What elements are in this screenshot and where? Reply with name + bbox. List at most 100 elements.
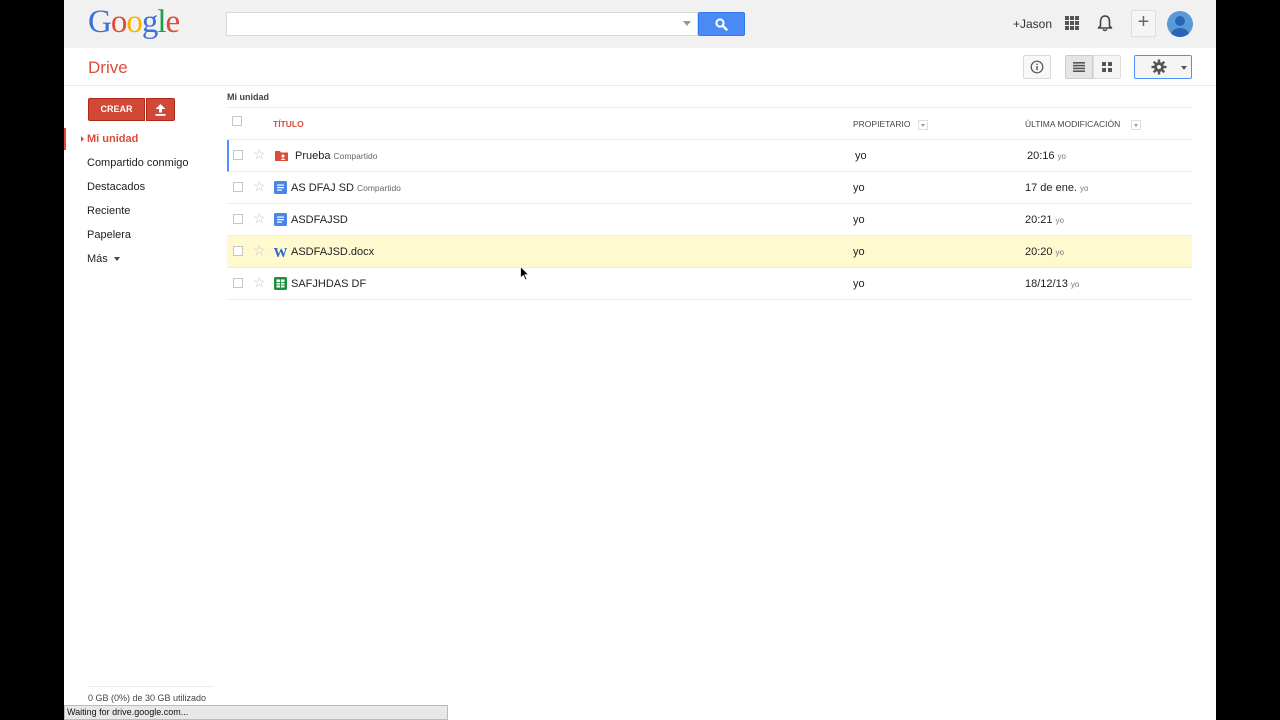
file-name[interactable]: Prueba Compartido (295, 150, 377, 162)
modified-time: 20:20 (1025, 246, 1053, 258)
shared-tag: Compartido (333, 151, 378, 161)
search-options-dropdown-icon[interactable] (683, 21, 691, 26)
file-name[interactable]: ASDFAJSD.docx (291, 246, 374, 258)
file-name-text: AS DFAJ SD (291, 182, 354, 194)
logo-letter: l (157, 4, 166, 40)
google-logo[interactable]: Google (88, 4, 181, 41)
file-modified: 20:20 yo (1025, 246, 1064, 258)
word-icon: W (274, 246, 287, 258)
search-button[interactable] (698, 12, 745, 36)
svg-text:W: W (274, 246, 287, 258)
owner-sort-dropdown-icon[interactable] (918, 120, 928, 130)
avatar[interactable] (1167, 11, 1193, 37)
notifications-bell-icon[interactable] (1097, 14, 1113, 32)
table-row[interactable]: ☆ W ASDFAJSD.docx yo 20:20 yo (227, 236, 1192, 268)
logo-letter: o (126, 4, 142, 40)
file-modified: 17 de ene. yo (1025, 182, 1088, 194)
file-owner: yo (853, 182, 865, 194)
list-header: TÍTULO PROPIETARIO ÚLTIMA MODIFICACIÓN (227, 107, 1192, 140)
search-icon (715, 17, 728, 31)
modified-by: yo (1080, 184, 1089, 193)
star-icon[interactable]: ☆ (253, 275, 266, 289)
file-name-text: ASDFAJSD.docx (291, 246, 375, 258)
column-header-last-modified[interactable]: ÚLTIMA MODIFICACIÓN (1025, 119, 1120, 129)
logo-letter: e (165, 4, 181, 40)
file-owner: yo (853, 214, 865, 226)
sidebar-item-trash[interactable]: Papelera (87, 229, 131, 241)
file-name-text: ASDFAJSD (291, 214, 348, 226)
gear-icon (1151, 59, 1167, 75)
file-name-text: Prueba (295, 150, 331, 162)
file-owner: yo (855, 150, 867, 162)
row-checkbox[interactable] (233, 246, 243, 256)
apps-grid-icon[interactable] (1065, 16, 1079, 30)
modified-by: yo (1055, 248, 1064, 257)
modified-time: 20:16 (1027, 150, 1055, 162)
search-input[interactable] (226, 12, 698, 36)
star-icon[interactable]: ☆ (253, 243, 266, 257)
upload-button[interactable] (146, 98, 175, 121)
file-name[interactable]: SAFJHDAS DF (291, 278, 366, 290)
file-modified: 18/12/13 yo (1025, 278, 1079, 290)
column-header-owner[interactable]: PROPIETARIO (853, 119, 910, 129)
app-title[interactable]: Drive (88, 58, 128, 78)
list-view-button[interactable] (1065, 55, 1093, 79)
star-icon[interactable]: ☆ (253, 179, 266, 193)
sidebar-item-more-label: Más (87, 253, 108, 265)
sidebar-item-my-drive[interactable]: Mi unidad (87, 133, 138, 145)
file-modified: 20:21 yo (1025, 214, 1064, 226)
document-icon (274, 181, 287, 194)
top-bar: Google +Jason + (64, 0, 1216, 48)
modified-sort-dropdown-icon[interactable] (1131, 120, 1141, 130)
grid-view-button[interactable] (1093, 55, 1121, 79)
table-row[interactable]: ☆ Prueba Compartido yo 20:16 yo (227, 140, 1192, 172)
row-checkbox[interactable] (233, 182, 243, 192)
chevron-down-icon (1181, 66, 1187, 70)
file-owner: yo (853, 246, 865, 258)
row-checkbox[interactable] (233, 278, 243, 288)
list-view-icon (1073, 62, 1085, 72)
create-button[interactable]: CREAR (88, 98, 145, 121)
settings-button[interactable] (1134, 55, 1192, 79)
sidebar-item-starred[interactable]: Destacados (87, 181, 145, 193)
browser-status-bar: Waiting for drive.google.com... (64, 705, 448, 720)
details-button[interactable] (1023, 55, 1051, 79)
file-name-text: SAFJHDAS DF (291, 278, 367, 290)
grid-view-icon (1102, 62, 1112, 72)
logo-letter: g (141, 4, 158, 40)
upload-icon (155, 103, 166, 116)
breadcrumb[interactable]: Mi unidad (227, 92, 269, 102)
shared-tag: Compartido (356, 183, 401, 193)
sidebar-item-recent[interactable]: Reciente (87, 205, 130, 217)
file-owner: yo (853, 278, 865, 290)
mouse-cursor-icon (520, 266, 530, 281)
modified-by: yo (1055, 216, 1064, 225)
select-all-checkbox[interactable] (232, 116, 242, 126)
chevron-down-icon (113, 257, 120, 262)
caret-right-icon (81, 136, 84, 142)
storage-usage: 0 GB (0%) de 30 GB utilizado (88, 693, 207, 703)
modified-by: yo (1057, 152, 1066, 161)
document-icon (274, 213, 287, 226)
info-icon (1030, 60, 1044, 74)
app-toolbar: Drive (64, 48, 1216, 86)
modified-time: 17 de ene. (1025, 182, 1077, 194)
sidebar-item-more[interactable]: Más (87, 253, 120, 265)
table-row[interactable]: ☆ AS DFAJ SD Compartido yo 17 de ene. yo (227, 172, 1192, 204)
star-icon[interactable]: ☆ (253, 147, 266, 161)
spreadsheet-icon (274, 277, 287, 290)
column-header-title[interactable]: TÍTULO (273, 119, 304, 129)
share-plus-button[interactable]: + (1131, 10, 1156, 37)
row-checkbox[interactable] (233, 150, 243, 160)
user-profile-link[interactable]: +Jason (1013, 17, 1052, 31)
avatar-silhouette-icon (1171, 16, 1189, 37)
star-icon[interactable]: ☆ (253, 211, 266, 225)
table-row[interactable]: ☆ ASDFAJSD yo 20:21 yo (227, 204, 1192, 236)
sidebar-item-shared-with-me[interactable]: Compartido conmigo (87, 157, 189, 169)
file-name[interactable]: AS DFAJ SD Compartido (291, 182, 401, 194)
row-checkbox[interactable] (233, 214, 243, 224)
table-row[interactable]: ☆ SAFJHDAS DF yo 18/12/13 yo (227, 268, 1192, 300)
modified-time: 20:21 (1025, 214, 1053, 226)
divider (88, 686, 214, 687)
file-name[interactable]: ASDFAJSD (291, 214, 348, 226)
